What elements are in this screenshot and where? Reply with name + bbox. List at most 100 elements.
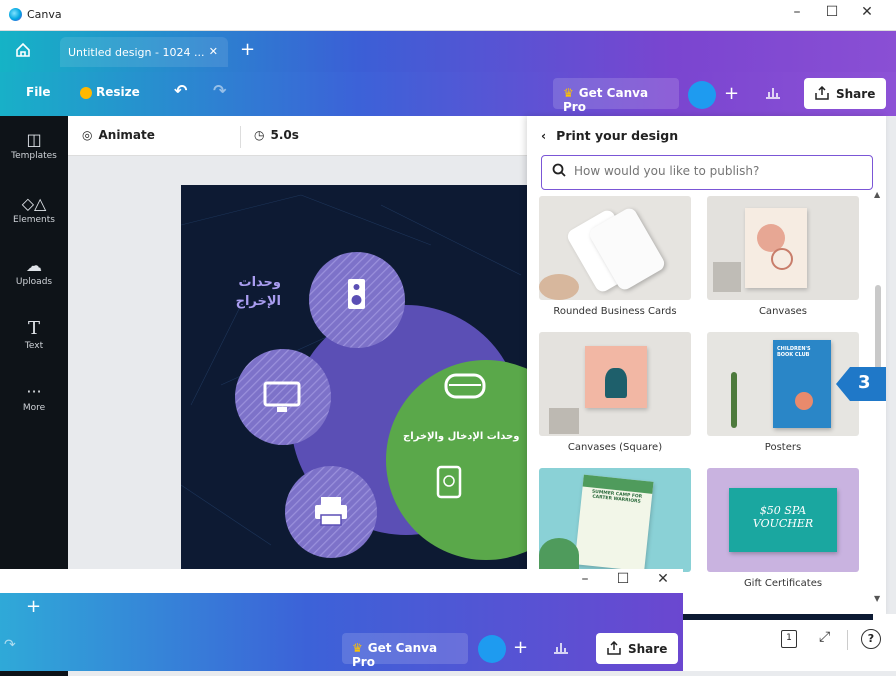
resize-label: Resize bbox=[96, 85, 140, 99]
panel-header: ‹ Print your design bbox=[541, 128, 678, 143]
tab-bar: Untitled design - 1024 ... ✕ + bbox=[0, 31, 896, 72]
elements-icon: ◇△ bbox=[21, 194, 47, 213]
sidebar-item-label: More bbox=[22, 403, 46, 413]
overlay-get-canva-pro-button[interactable]: ♛ Get Canva Pro bbox=[342, 633, 468, 669]
overlay-add-button[interactable]: + bbox=[513, 637, 528, 658]
panel-title: Print your design bbox=[556, 128, 679, 143]
sidebar-item-label: Elements bbox=[13, 215, 55, 225]
tab-close-icon[interactable]: ✕ bbox=[209, 45, 218, 58]
undo-button[interactable]: ↶ bbox=[174, 81, 187, 100]
back-chevron-icon[interactable]: ‹ bbox=[541, 128, 546, 143]
sidebar-item-label: Text bbox=[24, 341, 44, 351]
sidebar-item-text[interactable]: T Text bbox=[0, 318, 68, 351]
overlay-maximize-button[interactable]: ☐ bbox=[608, 571, 638, 587]
close-button[interactable]: ✕ bbox=[852, 4, 882, 20]
duration-button[interactable]: ◷ 5.0s bbox=[254, 128, 299, 142]
overlay-share-label: Share bbox=[628, 642, 668, 656]
overlay-window: – ☐ ✕ + ↷ ♛ Get Canva Pro + Share bbox=[0, 569, 683, 671]
new-tab-button[interactable]: + bbox=[240, 39, 255, 60]
animate-icon: ◎ bbox=[82, 128, 93, 142]
card-label: Canvases bbox=[758, 306, 808, 317]
get-pro-label: Get Canva Pro bbox=[563, 86, 649, 114]
page-count-icon[interactable]: 1 bbox=[781, 630, 797, 648]
overlay-avatar[interactable] bbox=[478, 635, 506, 663]
monitor-circle bbox=[235, 349, 331, 445]
uploads-icon: ☁ bbox=[26, 256, 42, 275]
design-page[interactable]: وحدات الإخراج وحدات الإدخال والإخراج bbox=[181, 185, 528, 576]
overlay-share-button[interactable]: Share bbox=[596, 633, 678, 664]
templates-icon: ◫ bbox=[26, 130, 42, 149]
gift-certificates-thumbnail[interactable]: $50 SPA VOUCHER bbox=[707, 468, 859, 572]
sidebar-item-uploads[interactable]: ☁ Uploads bbox=[0, 256, 68, 287]
app-title: Canva bbox=[27, 8, 62, 21]
animate-button[interactable]: ◎ Animate bbox=[82, 128, 155, 142]
canvases-thumbnail[interactable] bbox=[707, 196, 859, 300]
animate-label: Animate bbox=[98, 128, 155, 142]
tab-untitled-design[interactable]: Untitled design - 1024 ... ✕ bbox=[60, 37, 228, 67]
voucher-text: $50 SPA VOUCHER bbox=[752, 504, 814, 530]
io-units-label: وحدات الإدخال والإخراج bbox=[403, 431, 520, 442]
overlay-redo-icon[interactable]: ↷ bbox=[4, 637, 16, 653]
overlay-titlebar: – ☐ ✕ bbox=[0, 569, 683, 593]
minimize-button[interactable]: – bbox=[782, 4, 812, 20]
file-menu[interactable]: File bbox=[26, 85, 51, 99]
zoom-slider-track[interactable] bbox=[683, 614, 873, 620]
card-label: Canvases (Square) bbox=[567, 442, 663, 453]
redo-button[interactable]: ↷ bbox=[213, 81, 226, 100]
poster-text: CHILDREN'S BOOK CLUB bbox=[777, 346, 811, 358]
step-badge: 3 bbox=[836, 364, 886, 404]
clock-icon: ◷ bbox=[254, 128, 265, 142]
avatar[interactable] bbox=[688, 81, 716, 109]
card-label: Rounded Business Cards bbox=[553, 306, 677, 317]
crown-icon: ♛ bbox=[563, 86, 574, 100]
share-icon bbox=[815, 85, 829, 100]
get-canva-pro-button[interactable]: ♛ Get Canva Pro bbox=[553, 78, 679, 114]
flyers-thumbnail[interactable]: SUMMER CAMP FOR CARTER WARRIORS bbox=[539, 468, 691, 572]
step-number: 3 bbox=[858, 372, 871, 393]
overlay-minimize-button[interactable]: – bbox=[570, 571, 600, 587]
crown-icon: ♛ bbox=[352, 641, 363, 655]
bottom-status-bar: 1 ⤢ ? bbox=[683, 614, 896, 671]
main-toolbar: File Resize ↶ ↷ ♛ Get Canva Pro + Share bbox=[0, 72, 896, 116]
add-collaborator-button[interactable]: + bbox=[724, 83, 739, 104]
overlay-get-pro-label: Get Canva Pro bbox=[352, 641, 438, 669]
publish-search-field[interactable] bbox=[541, 155, 873, 190]
sidebar-item-label: Uploads bbox=[15, 277, 53, 287]
more-icon: ··· bbox=[26, 382, 42, 401]
card-label: Gift Certificates bbox=[743, 578, 823, 589]
divider bbox=[240, 126, 241, 148]
home-icon[interactable] bbox=[14, 41, 48, 63]
print-your-design-panel: ‹ Print your design Rounded Business Card… bbox=[527, 116, 886, 616]
animation-toolbar: ◎ Animate ◷ 5.0s bbox=[68, 116, 528, 156]
card-label: Posters bbox=[764, 442, 802, 453]
overlay-new-tab-button[interactable]: + bbox=[26, 596, 41, 617]
sidebar-item-label: Templates bbox=[11, 151, 57, 161]
canvases-square-thumbnail[interactable] bbox=[539, 332, 691, 436]
rounded-business-cards-thumbnail[interactable] bbox=[539, 196, 691, 300]
sidebar-item-elements[interactable]: ◇△ Elements bbox=[0, 194, 68, 225]
duration-label: 5.0s bbox=[270, 128, 299, 142]
canva-logo-icon bbox=[9, 8, 22, 21]
share-icon bbox=[607, 640, 621, 655]
share-button[interactable]: Share bbox=[804, 78, 886, 109]
tab-label: Untitled design - 1024 ... bbox=[68, 46, 205, 59]
sidebar-item-more[interactable]: ··· More bbox=[0, 382, 68, 413]
insights-icon[interactable] bbox=[765, 85, 781, 103]
output-units-label: وحدات الإخراج bbox=[235, 275, 281, 309]
share-label: Share bbox=[836, 87, 876, 101]
maximize-button[interactable]: ☐ bbox=[817, 4, 847, 20]
design-graphic bbox=[181, 194, 528, 560]
text-icon: T bbox=[27, 318, 40, 339]
overlay-toolbar: ↷ ♛ Get Canva Pro + Share bbox=[0, 625, 683, 671]
search-icon bbox=[552, 163, 566, 181]
overlay-close-button[interactable]: ✕ bbox=[648, 571, 678, 587]
search-input[interactable] bbox=[574, 164, 864, 178]
overlay-insights-icon[interactable] bbox=[553, 640, 569, 657]
sidebar-item-templates[interactable]: ◫ Templates bbox=[0, 130, 68, 161]
window-titlebar: Canva – ☐ ✕ bbox=[0, 0, 896, 31]
help-button[interactable]: ? bbox=[861, 629, 881, 649]
resize-button[interactable]: Resize bbox=[80, 85, 140, 99]
divider bbox=[847, 630, 848, 650]
overlay-tab-bar: + bbox=[0, 593, 683, 625]
fullscreen-icon[interactable]: ⤢ bbox=[819, 629, 830, 645]
